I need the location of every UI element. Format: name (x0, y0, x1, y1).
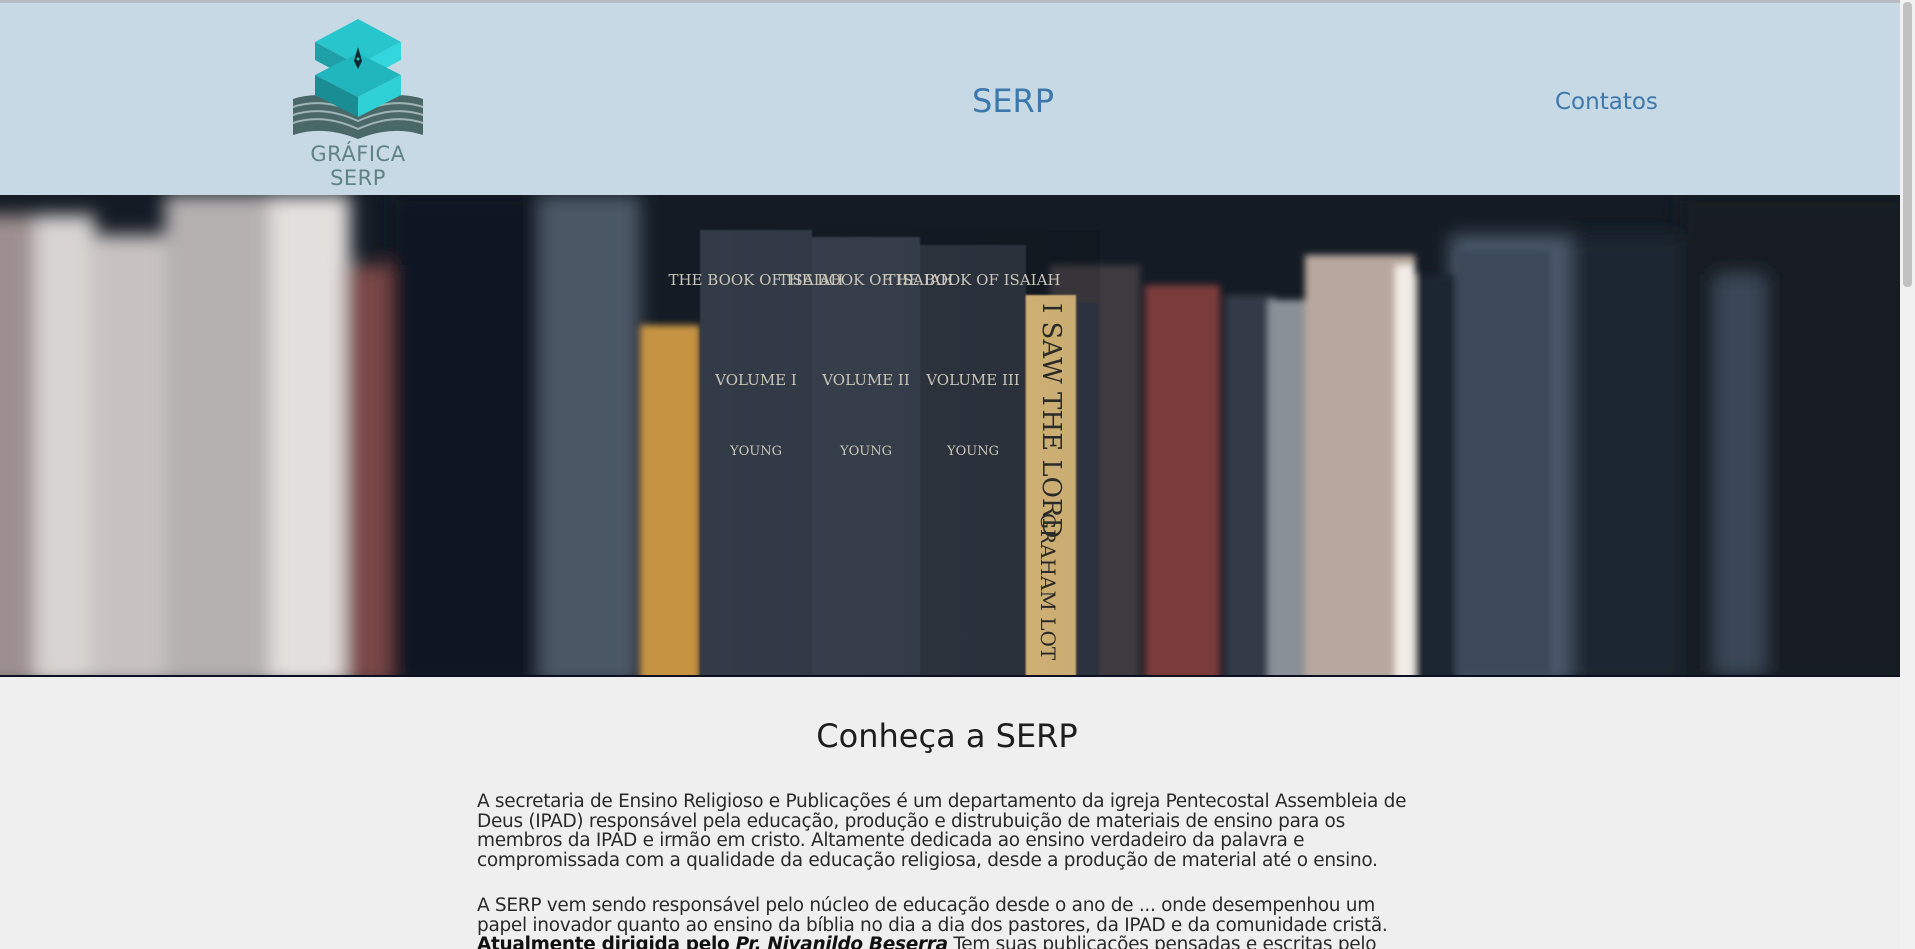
serp-logo-icon (292, 19, 424, 139)
spine-3-title: THE BOOK OF ISAIAH (885, 271, 1060, 289)
spine-2-author: YOUNG (839, 444, 892, 459)
hero-banner-image: THE BOOK OF ISAIAH VOLUME I YOUNG THE BO… (0, 195, 1900, 677)
section-title: Conheça a SERP (816, 717, 1078, 755)
spine-4-title: I SAW THE LORD (1036, 303, 1066, 538)
spine-3-volume: VOLUME III (925, 371, 1020, 389)
nav-link-contatos[interactable]: Contatos (1555, 89, 1658, 115)
bookshelf-illustration: THE BOOK OF ISAIAH VOLUME I YOUNG THE BO… (0, 195, 1900, 675)
site-logo[interactable]: GRÁFICA SERP (283, 17, 433, 190)
vertical-scrollbar[interactable] (1900, 0, 1915, 949)
spine-2-volume: VOLUME II (821, 371, 910, 389)
logo-text: GRÁFICA SERP (310, 142, 406, 190)
director-name: Pr. Nivanildo Beserra (735, 934, 949, 949)
browser-viewport: GRÁFICA SERP SERP Contatos THE BOOK OF I… (0, 0, 1915, 949)
nav-link-serp[interactable]: SERP (972, 82, 1054, 120)
site-header: GRÁFICA SERP SERP Contatos (0, 3, 1900, 195)
about-paragraph-1: A secretaria de Ensino Religioso e Publi… (477, 791, 1407, 871)
spine-3-author: YOUNG (946, 444, 999, 459)
about-paragraph-2: A SERP vem sendo responsável pelo núcleo… (477, 896, 1413, 949)
paragraph-2-text: A SERP vem sendo responsável pelo núcleo… (477, 895, 1388, 936)
paragraph-2-bold: Atualmente dirigida pelo Pr. Nivanildo B… (477, 934, 948, 949)
scrollbar-thumb[interactable] (1903, 2, 1912, 287)
spine-4-author: GRAHAM LOT (1036, 513, 1060, 661)
paragraph-2-bold-text: Atualmente dirigida pelo (477, 934, 736, 949)
page: GRÁFICA SERP SERP Contatos THE BOOK OF I… (0, 0, 1900, 949)
spine-1-volume: VOLUME I (714, 371, 797, 389)
spine-1-author: YOUNG (729, 444, 782, 459)
about-section: Conheça a SERP A secretaria de Ensino Re… (0, 677, 1900, 949)
